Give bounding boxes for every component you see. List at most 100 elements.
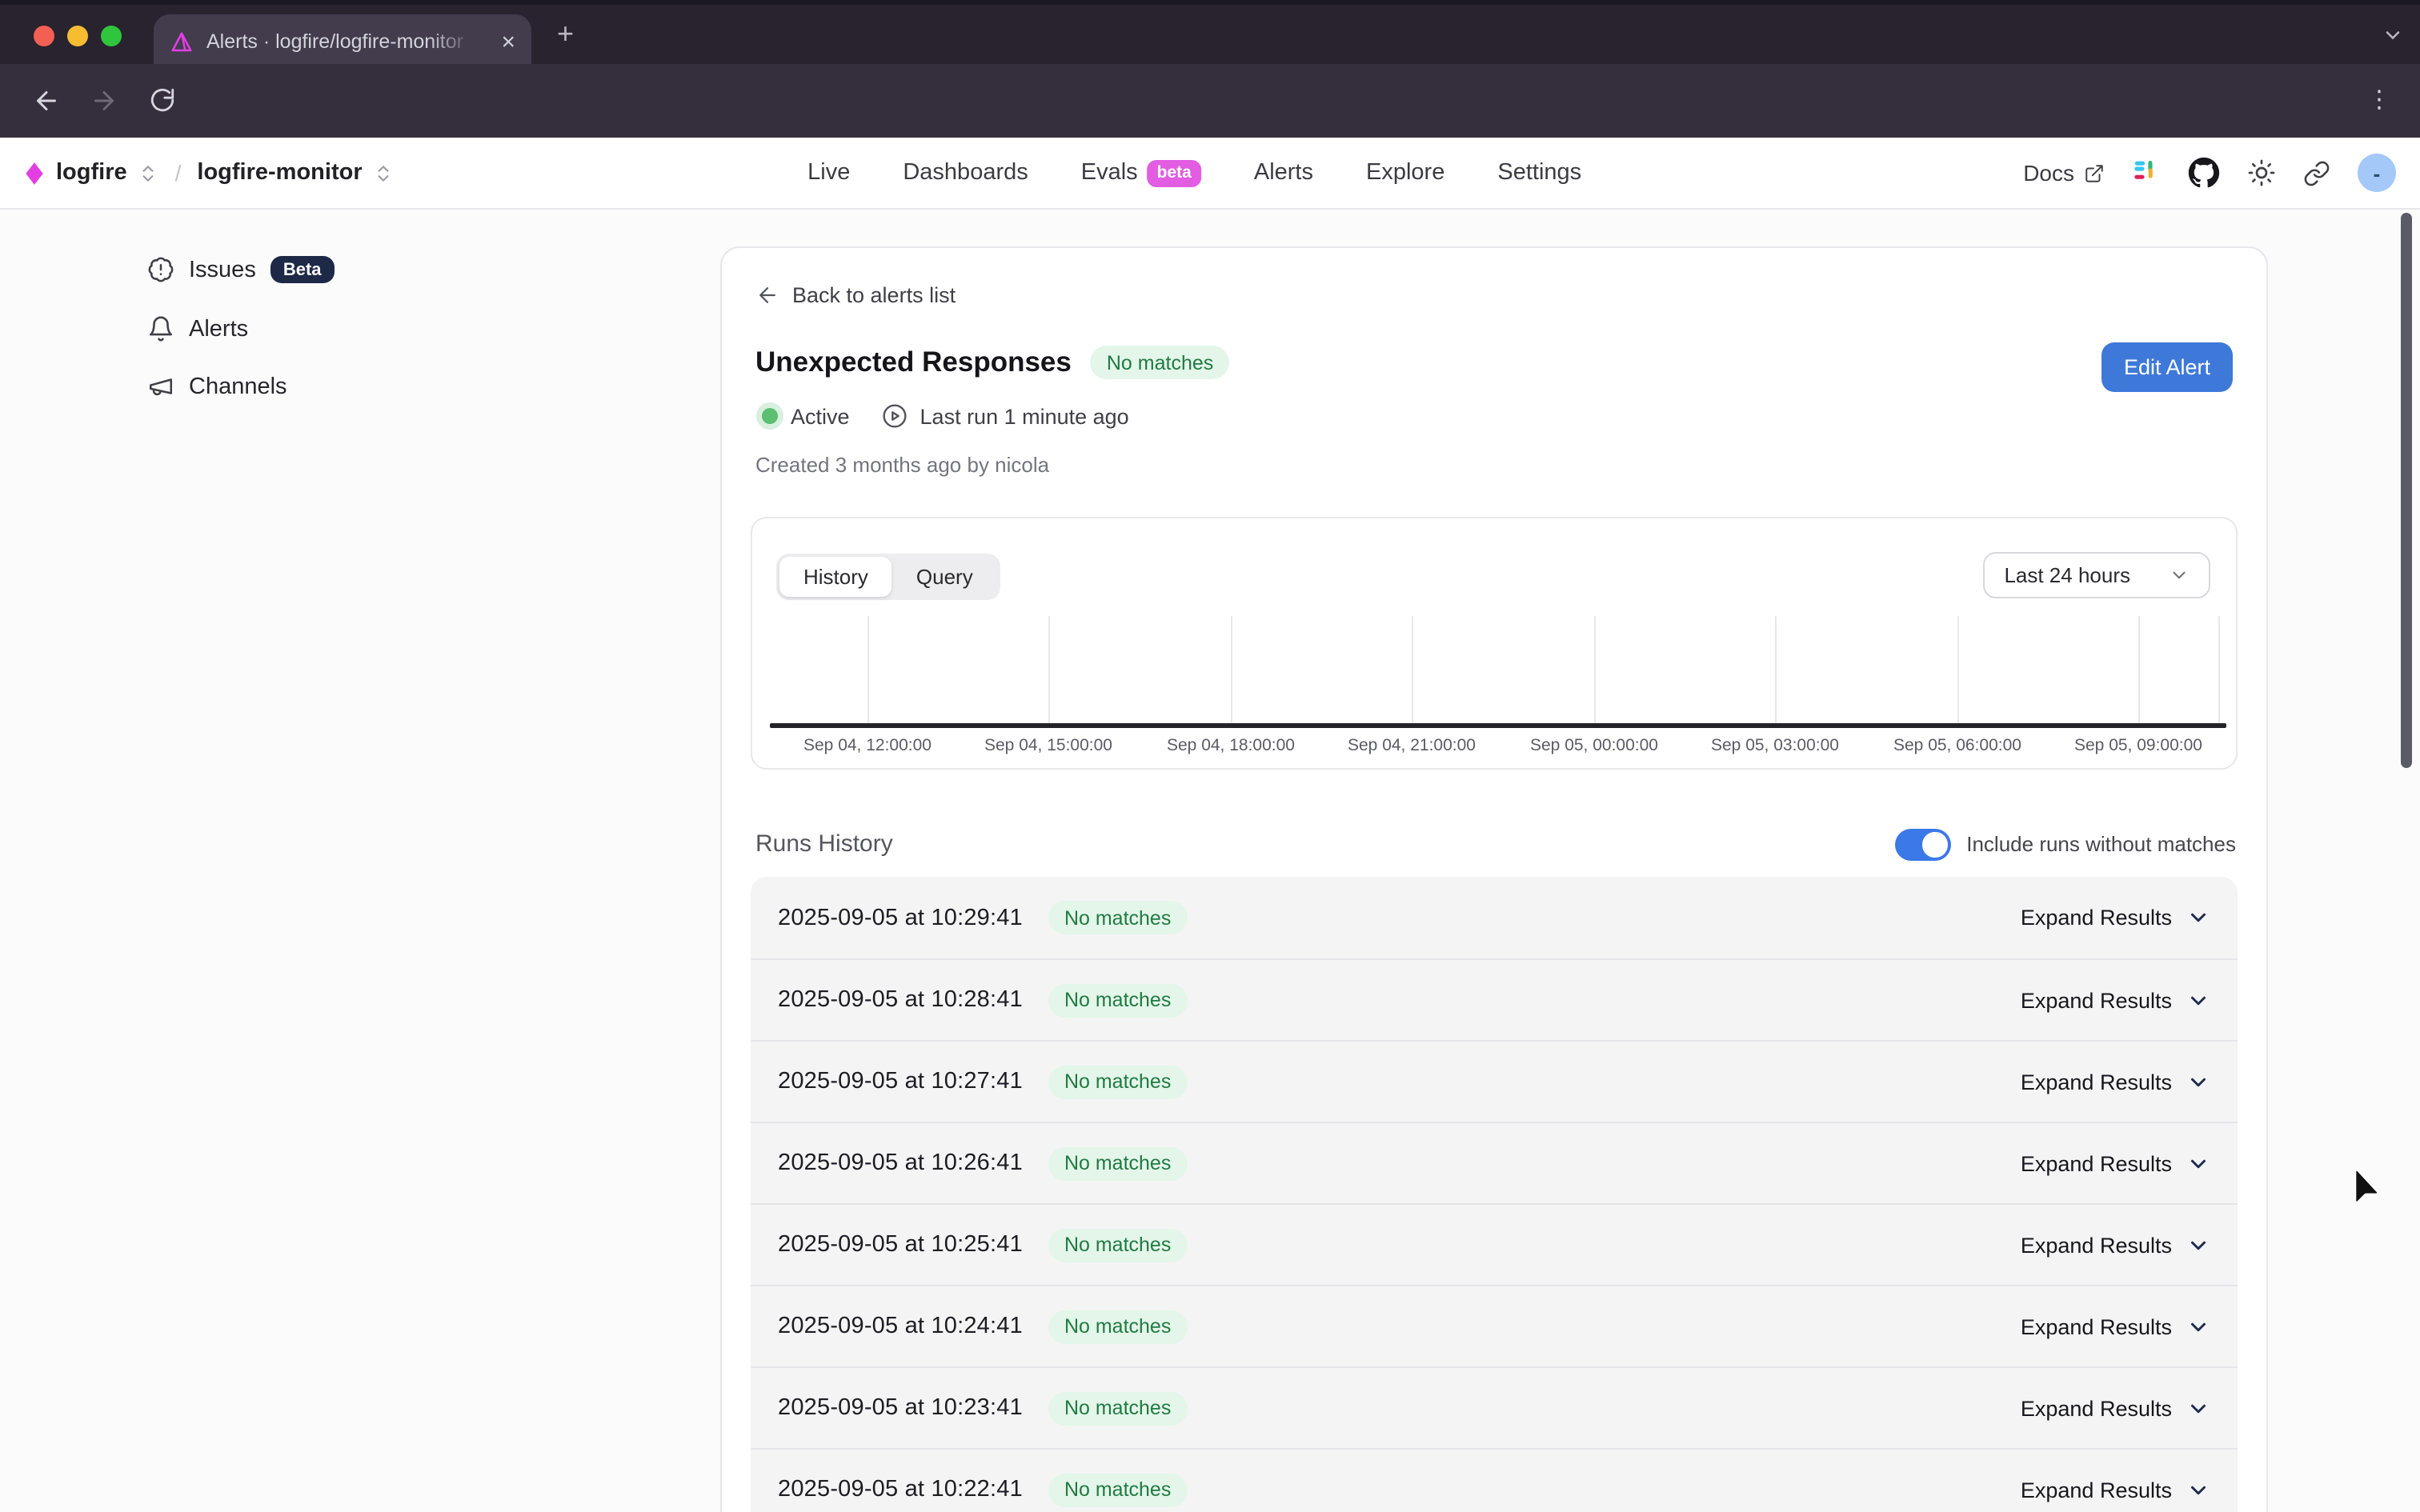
run-row[interactable]: 2025-09-05 at 10:28:41 No matches Expand… bbox=[751, 958, 2238, 1040]
x-tick-label: Sep 05, 03:00:00 bbox=[1679, 736, 1871, 755]
x-tick-label: Sep 04, 12:00:00 bbox=[771, 736, 964, 755]
chevron-down-icon bbox=[2186, 988, 2210, 1012]
play-circle-icon bbox=[882, 403, 908, 429]
alert-detail-panel: Back to alerts list Unexpected Responses… bbox=[720, 246, 2268, 1512]
nav-item-settings[interactable]: Settings bbox=[1497, 160, 1581, 186]
chevron-down-icon bbox=[2186, 1233, 2210, 1257]
docs-link[interactable]: Docs bbox=[2023, 160, 2105, 186]
last-run-status: Last run 1 minute ago bbox=[882, 403, 1129, 429]
expand-results-button[interactable]: Expand Results bbox=[2021, 1396, 2210, 1420]
breadcrumb-org[interactable]: logfire bbox=[56, 160, 127, 186]
header-actions: Docs - bbox=[2023, 138, 2396, 208]
window-close-button[interactable] bbox=[34, 26, 54, 46]
chevrons-up-down-icon[interactable] bbox=[138, 162, 159, 183]
run-match-badge: No matches bbox=[1048, 1310, 1187, 1343]
alert-status-row: Active Last run 1 minute ago bbox=[755, 403, 1129, 429]
edit-alert-button[interactable]: Edit Alert bbox=[2101, 342, 2233, 392]
sidebar-item-channels[interactable]: Channels bbox=[147, 373, 287, 400]
tab-query[interactable]: Query bbox=[892, 557, 997, 597]
run-match-badge: No matches bbox=[1048, 1065, 1187, 1098]
tab-search-chevron-icon[interactable] bbox=[2382, 24, 2404, 46]
panel-tab-group: History Query bbox=[776, 554, 1000, 600]
app-header: logfire / logfire-monitor Live Dashboard… bbox=[0, 138, 2420, 210]
run-match-badge: No matches bbox=[1048, 901, 1187, 934]
chevron-down-icon bbox=[2186, 1314, 2210, 1338]
run-row[interactable]: 2025-09-05 at 10:26:41 No matches Expand… bbox=[751, 1122, 2238, 1203]
run-match-badge: No matches bbox=[1048, 1228, 1187, 1262]
active-status: Active bbox=[755, 404, 850, 428]
expand-results-button[interactable]: Expand Results bbox=[2021, 1314, 2210, 1338]
run-row[interactable]: 2025-09-05 at 10:22:41 No matches Expand… bbox=[751, 1448, 2238, 1512]
chart-gridline bbox=[1048, 616, 1050, 723]
expand-results-button[interactable]: Expand Results bbox=[2021, 988, 2210, 1012]
run-row[interactable]: 2025-09-05 at 10:29:41 No matches Expand… bbox=[751, 877, 2238, 958]
sidebar-item-issues[interactable]: Issues Beta bbox=[147, 256, 335, 283]
run-timestamp: 2025-09-05 at 10:28:41 bbox=[778, 987, 1023, 1013]
sidebar-item-alerts[interactable]: Alerts bbox=[147, 315, 248, 342]
chart-gridline bbox=[1775, 616, 1777, 723]
x-tick-label: Sep 04, 21:00:00 bbox=[1316, 736, 1508, 755]
expand-results-button[interactable]: Expand Results bbox=[2021, 1478, 2210, 1502]
nav-item-evals[interactable]: Evalsbeta bbox=[1081, 159, 1201, 186]
window-minimize-button[interactable] bbox=[67, 26, 88, 46]
expand-results-button[interactable]: Expand Results bbox=[2021, 1233, 2210, 1257]
browser-tab[interactable]: Alerts · logfire/logfire-monitor × bbox=[154, 14, 531, 69]
x-tick-label: Sep 04, 15:00:00 bbox=[952, 736, 1144, 755]
tab-close-icon[interactable]: × bbox=[501, 30, 515, 54]
mouse-cursor bbox=[2353, 1170, 2380, 1208]
browser-tab-strip: Alerts · logfire/logfire-monitor × + bbox=[0, 0, 2420, 69]
user-avatar[interactable]: - bbox=[2358, 154, 2396, 192]
chart-gridline bbox=[1412, 616, 1413, 723]
time-range-select[interactable]: Last 24 hours bbox=[1983, 552, 2210, 598]
chevron-down-icon bbox=[2186, 906, 2210, 930]
bell-icon bbox=[147, 315, 174, 342]
new-tab-button[interactable]: + bbox=[557, 18, 574, 51]
issues-beta-badge: Beta bbox=[270, 256, 335, 283]
github-icon[interactable] bbox=[2188, 157, 2220, 189]
run-row[interactable]: 2025-09-05 at 10:25:41 No matches Expand… bbox=[751, 1203, 2238, 1285]
run-row[interactable]: 2025-09-05 at 10:23:41 No matches Expand… bbox=[751, 1366, 2238, 1448]
forward-icon[interactable] bbox=[90, 86, 118, 115]
expand-results-button[interactable]: Expand Results bbox=[2021, 906, 2210, 930]
toggle-label: Include runs without matches bbox=[1966, 833, 2236, 857]
alert-title: Unexpected Responses bbox=[755, 346, 1072, 379]
nav-item-dashboards[interactable]: Dashboards bbox=[903, 160, 1028, 186]
megaphone-icon bbox=[147, 373, 174, 400]
chart-gridline bbox=[2138, 616, 2140, 723]
page-scrollbar-thumb[interactable] bbox=[2401, 213, 2412, 768]
run-timestamp: 2025-09-05 at 10:24:41 bbox=[778, 1314, 1023, 1339]
run-timestamp: 2025-09-05 at 10:27:41 bbox=[778, 1069, 1023, 1094]
chevron-down-icon bbox=[2186, 1396, 2210, 1420]
sidebar-item-label: Issues bbox=[189, 257, 256, 282]
sidebar-item-label: Channels bbox=[189, 374, 287, 399]
expand-results-button[interactable]: Expand Results bbox=[2021, 1070, 2210, 1094]
x-tick-label: Sep 05, 00:00:00 bbox=[1498, 736, 1690, 755]
breadcrumb-project[interactable]: logfire-monitor bbox=[197, 160, 362, 186]
tab-favicon-logfire-icon bbox=[170, 30, 194, 54]
back-to-alerts-link[interactable]: Back to alerts list bbox=[755, 283, 956, 307]
run-timestamp: 2025-09-05 at 10:25:41 bbox=[778, 1232, 1023, 1258]
slack-icon[interactable] bbox=[2132, 158, 2161, 187]
browser-menu-icon[interactable]: ⋮ bbox=[2367, 85, 2391, 114]
chevron-down-icon bbox=[2186, 1478, 2210, 1502]
include-runs-toggle[interactable] bbox=[1894, 829, 1950, 860]
reload-icon[interactable] bbox=[149, 86, 176, 114]
run-match-badge: No matches bbox=[1048, 1473, 1187, 1506]
back-icon[interactable] bbox=[32, 86, 61, 115]
theme-sun-icon[interactable] bbox=[2247, 158, 2276, 187]
share-link-icon[interactable] bbox=[2303, 159, 2330, 186]
nav-item-explore[interactable]: Explore bbox=[1366, 160, 1444, 186]
tab-history[interactable]: History bbox=[779, 557, 892, 597]
chart-gridline bbox=[2218, 616, 2220, 723]
run-row[interactable]: 2025-09-05 at 10:24:41 No matches Expand… bbox=[751, 1285, 2238, 1366]
chevrons-up-down-icon[interactable] bbox=[374, 162, 395, 183]
expand-results-button[interactable]: Expand Results bbox=[2021, 1151, 2210, 1175]
nav-item-live[interactable]: Live bbox=[807, 160, 850, 186]
alert-match-badge: No matches bbox=[1091, 346, 1229, 379]
history-chart-panel: History Query Last 24 hours Sep 04, 12:0… bbox=[751, 517, 2238, 770]
external-link-icon bbox=[2084, 162, 2105, 183]
include-runs-toggle-row: Include runs without matches bbox=[1894, 829, 2236, 860]
window-zoom-button[interactable] bbox=[101, 26, 122, 46]
nav-item-alerts[interactable]: Alerts bbox=[1254, 160, 1313, 186]
run-row[interactable]: 2025-09-05 at 10:27:41 No matches Expand… bbox=[751, 1040, 2238, 1122]
